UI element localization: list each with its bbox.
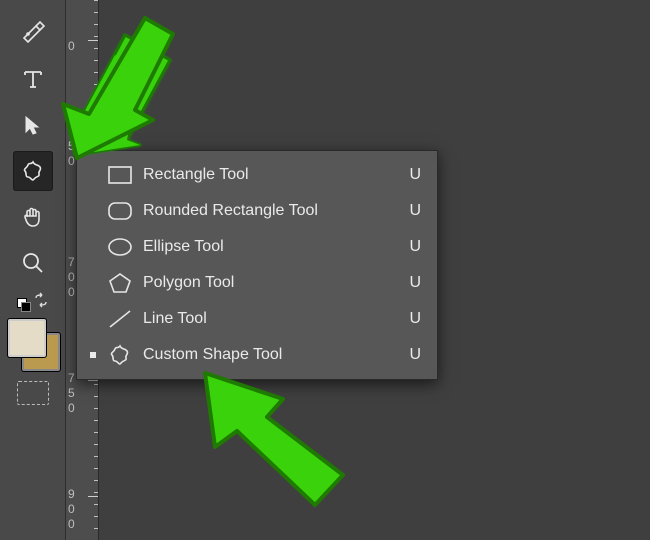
polygon-icon: [103, 272, 137, 294]
foreground-color-swatch[interactable]: [8, 319, 46, 357]
flyout-item-shortcut: U: [401, 238, 421, 256]
default-swatches-icon[interactable]: [17, 298, 27, 308]
flyout-item-shortcut: U: [401, 274, 421, 292]
zoom-tool[interactable]: [13, 243, 53, 283]
hand-tool[interactable]: [13, 197, 53, 237]
flyout-item-label: Ellipse Tool: [143, 238, 401, 256]
swap-swatches-icon[interactable]: [33, 292, 49, 313]
flyout-item-label: Rectangle Tool: [143, 166, 401, 184]
flyout-item-shortcut: U: [401, 346, 421, 364]
flyout-item-shortcut: U: [401, 202, 421, 220]
flyout-item-shortcut: U: [401, 310, 421, 328]
path-selection-tool[interactable]: [13, 105, 53, 145]
rectangle-icon: [103, 165, 137, 185]
flyout-item-label: Rounded Rectangle Tool: [143, 202, 401, 220]
shape-tool-flyout: Rectangle Tool U Rounded Rectangle Tool …: [76, 150, 438, 380]
flyout-item-ellipse[interactable]: Ellipse Tool U: [77, 229, 437, 265]
swatch-controls: [0, 292, 65, 313]
shape-tool[interactable]: [13, 151, 53, 191]
flyout-item-line[interactable]: Line Tool U: [77, 301, 437, 337]
flyout-item-rounded-rectangle[interactable]: Rounded Rectangle Tool U: [77, 193, 437, 229]
rounded-rectangle-icon: [103, 201, 137, 221]
custom-shape-icon: [103, 343, 137, 367]
type-tool[interactable]: [13, 59, 53, 99]
flyout-item-custom-shape[interactable]: Custom Shape Tool U: [77, 337, 437, 373]
flyout-item-label: Polygon Tool: [143, 274, 401, 292]
flyout-item-shortcut: U: [401, 166, 421, 184]
line-icon: [103, 308, 137, 330]
ellipse-icon: [103, 237, 137, 257]
pen-tool[interactable]: [13, 13, 53, 53]
selected-indicator: [87, 352, 99, 358]
flyout-item-label: Custom Shape Tool: [143, 346, 401, 364]
annotation-arrow-bottom: [195, 355, 365, 525]
flyout-item-polygon[interactable]: Polygon Tool U: [77, 265, 437, 301]
toolbar: [0, 0, 66, 540]
flyout-item-rectangle[interactable]: Rectangle Tool U: [77, 157, 437, 193]
flyout-item-label: Line Tool: [143, 310, 401, 328]
color-swatches[interactable]: [8, 319, 58, 369]
quick-mask-icon[interactable]: [17, 381, 49, 405]
